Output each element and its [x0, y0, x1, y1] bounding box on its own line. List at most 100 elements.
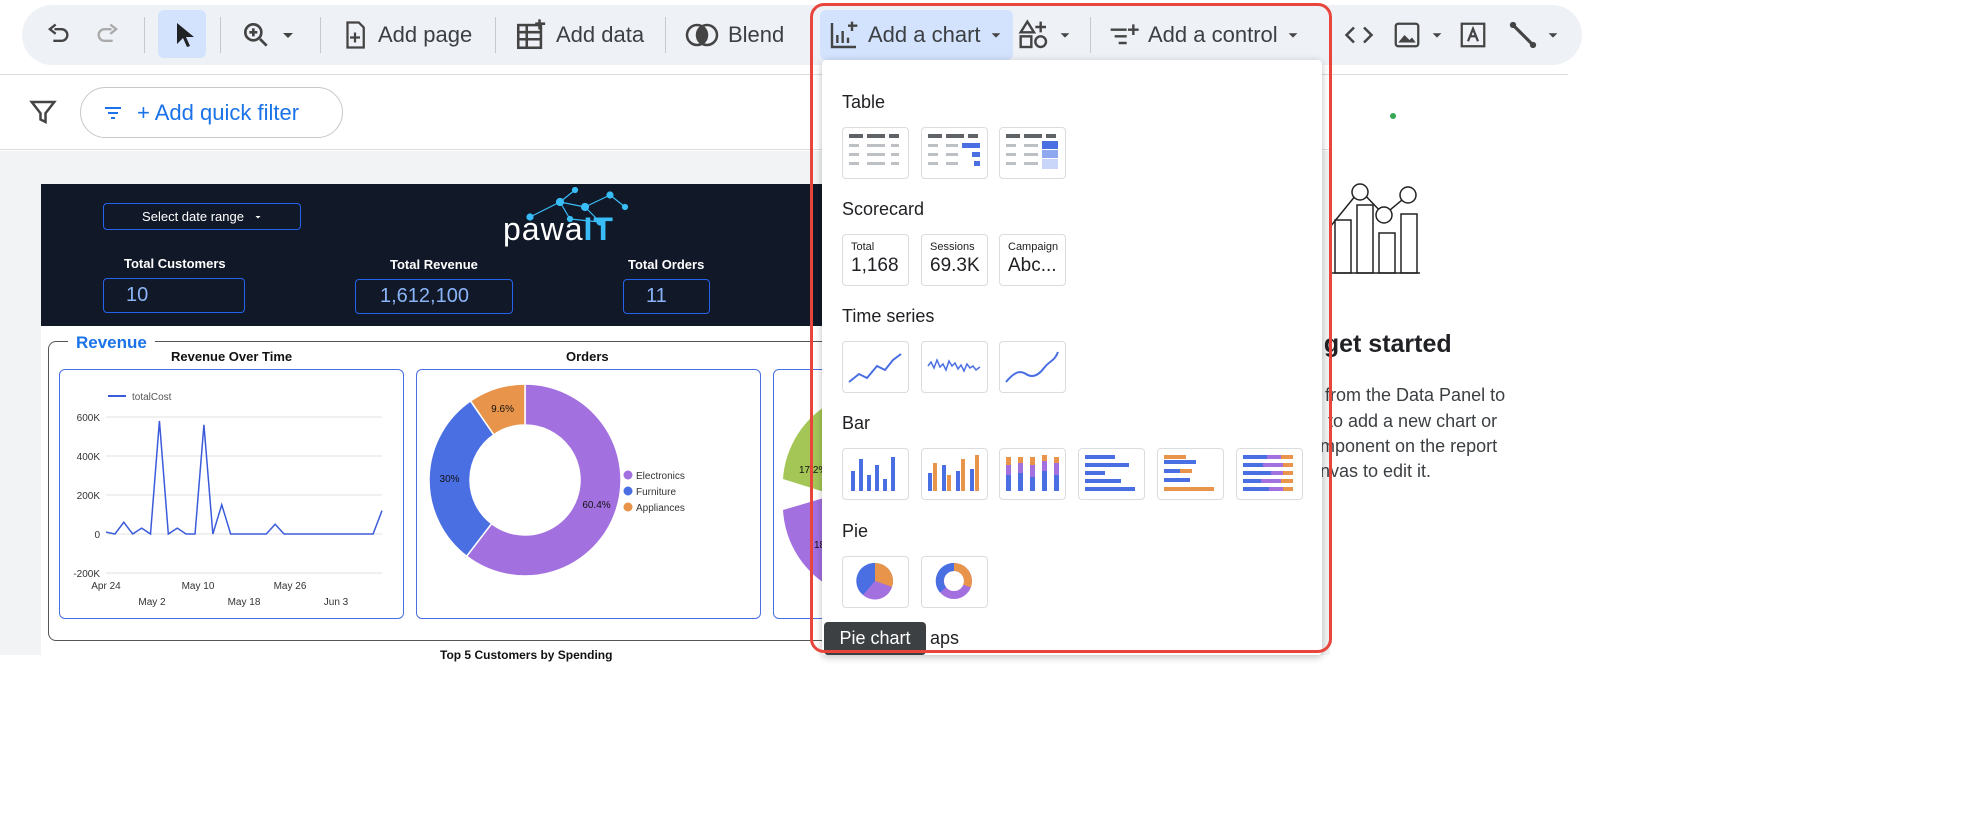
components-icon — [1018, 19, 1048, 49]
smoothed-time-series-option[interactable] — [999, 341, 1066, 393]
text-box-icon — [1460, 22, 1486, 48]
stacked-column-icon — [1006, 455, 1059, 491]
bar-chart-option[interactable] — [1078, 448, 1145, 500]
geo-maps-category-label: aps — [930, 628, 960, 648]
scorecard-text-option[interactable]: Campaign Abc... — [999, 234, 1066, 286]
redo-button[interactable] — [94, 10, 122, 60]
text-box-button[interactable] — [1458, 10, 1488, 60]
section-title: Revenue — [68, 333, 155, 353]
redo-icon — [97, 23, 119, 42]
chevron-down-icon — [255, 215, 261, 218]
code-icon — [1344, 26, 1374, 44]
kpi-label: Total Orders — [628, 257, 705, 272]
undo-icon — [47, 23, 69, 42]
line-icon — [1509, 21, 1537, 49]
time-series-icon — [848, 353, 902, 383]
add-chart-icon — [830, 21, 858, 49]
line-chart-panel[interactable]: 600K 400K 200K 0 -200K Apr 24 May 10 May 26 May … — [59, 369, 404, 619]
x-tick-label: May 10 — [182, 581, 215, 592]
grouped-bar-chart-option[interactable] — [1157, 448, 1224, 500]
toolbar-divider — [665, 17, 666, 53]
date-range-control[interactable]: Select date range — [103, 203, 301, 230]
logo-text-main: pawa — [503, 211, 584, 247]
get-started-text: from the Data Panel to — [1325, 385, 1506, 405]
add-data-label: Add data — [556, 22, 645, 47]
add-control-label: Add a control — [1148, 22, 1278, 47]
add-chart-menu: Table Scorecard Total 1,168 Sessions 69.… — [822, 60, 1322, 655]
chevron-down-icon — [991, 33, 1000, 38]
image-button[interactable] — [1392, 10, 1444, 60]
table-chart-option[interactable] — [842, 127, 909, 179]
time-series-option[interactable] — [842, 341, 909, 393]
top-customers-title: Top 5 Customers by Spending — [440, 648, 613, 662]
cursor-icon — [177, 23, 194, 47]
legend-label: Electronics — [636, 471, 685, 482]
donut-data-label: 9.6% — [491, 404, 514, 415]
scorecard-option[interactable]: Total 1,168 — [842, 234, 909, 286]
legend-label: Furniture — [636, 487, 676, 498]
add-control-icon — [1110, 24, 1139, 45]
add-page-label: Add page — [378, 22, 473, 47]
add-chart-button[interactable]: Add a chart — [820, 10, 1013, 60]
zoom-button[interactable] — [240, 10, 296, 60]
donut-data-label: 30% — [440, 474, 460, 485]
bar-chart-icon — [1085, 455, 1135, 491]
y-tick-label: 600K — [77, 413, 101, 424]
stacked-column-chart-option[interactable] — [999, 448, 1066, 500]
add-quick-filter-label: + Add quick filter — [137, 99, 300, 125]
scorecard-label: Campaign — [1008, 241, 1059, 253]
category-label: Scorecard — [842, 199, 925, 219]
x-tick-label: May 2 — [138, 597, 166, 608]
stacked-bar-icon — [1243, 455, 1293, 491]
chevron-down-icon — [1432, 33, 1442, 38]
blend-button[interactable]: Blend — [684, 10, 784, 60]
date-range-label: Select date range — [142, 209, 244, 224]
pie-chart-option[interactable] — [842, 556, 909, 608]
donut-chart-panel[interactable]: 60.4% 30% 9.6% Electronics Furniture Applianc… — [416, 369, 761, 619]
undo-button[interactable] — [44, 10, 72, 60]
column-chart-icon — [851, 457, 895, 491]
category-label: Bar — [842, 413, 871, 433]
get-started-title: s get started — [1303, 330, 1452, 358]
scorecard-compact-option[interactable]: Sessions 69.3K — [921, 234, 988, 286]
stacked-bar-chart-option[interactable] — [1236, 448, 1303, 500]
pie-chart-icon — [856, 562, 894, 600]
toolbar: Add page Add data Blend Add a chart Add … — [0, 0, 1582, 74]
toolbar-divider — [320, 17, 321, 53]
chevron-down-icon — [1548, 33, 1558, 38]
scorecard-value: Abc... — [1008, 255, 1057, 276]
donut-chart: 60.4% 30% 9.6% Electronics Furniture Applianc… — [428, 383, 685, 577]
y-tick-label: 400K — [77, 452, 101, 463]
grouped-column-chart-option[interactable] — [921, 448, 988, 500]
add-quick-filter-button[interactable]: + Add quick filter — [80, 87, 343, 138]
line-chart: 600K 400K 200K 0 -200KApr 24 May 10 May 26 May … — [73, 392, 383, 608]
get-started-text: nvas to edit it. — [1320, 461, 1432, 481]
sparkline-icon — [927, 357, 981, 373]
table-heatmap-chart-option[interactable] — [999, 127, 1066, 179]
smoothed-line-icon — [1005, 351, 1059, 383]
add-page-button[interactable]: Add page — [340, 10, 472, 60]
donut-chart-option[interactable] — [921, 556, 988, 608]
donut-chart-icon — [935, 563, 972, 599]
kpi-value: 10 — [103, 278, 245, 313]
line-button[interactable] — [1508, 10, 1560, 60]
series-line — [105, 420, 383, 536]
select-tool-button[interactable] — [158, 10, 206, 58]
get-started-text: mponent on the report — [1320, 436, 1498, 456]
filter-icon[interactable] — [28, 97, 58, 127]
logo-text-accent: IT — [583, 211, 614, 247]
legend-swatch — [623, 470, 633, 480]
scorecard-value: 1,168 — [851, 255, 899, 276]
add-data-button[interactable]: Add data — [514, 10, 644, 60]
table-bars-icon — [928, 134, 980, 166]
legend-label: Appliances — [636, 503, 685, 514]
column-chart-option[interactable] — [842, 448, 909, 500]
get-started-text: to add a new chart or — [1328, 411, 1498, 431]
kpi-value: 1,612,100 — [355, 279, 513, 314]
x-tick-label: Jun 3 — [324, 597, 349, 608]
table-bars-chart-option[interactable] — [921, 127, 988, 179]
embed-code-button[interactable] — [1342, 10, 1376, 60]
add-component-button[interactable] — [1018, 10, 1072, 60]
add-control-button[interactable]: Add a control — [1108, 10, 1300, 60]
sparkline-option[interactable] — [921, 341, 988, 393]
